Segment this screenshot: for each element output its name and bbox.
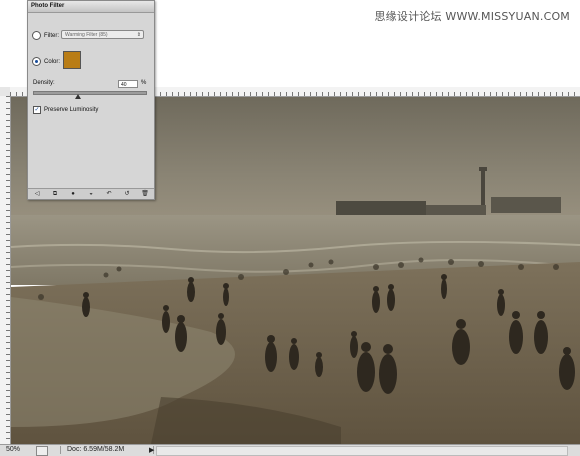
zoom-level[interactable]: 50% (6, 446, 20, 453)
reset-icon[interactable]: ↺ (123, 191, 132, 198)
status-menu-arrow[interactable]: ▶ (149, 446, 154, 454)
view-previous-icon[interactable]: ↶ (105, 191, 114, 198)
photo-filter-panel: Photo Filter Filter: Warming Filter (85)… (27, 0, 155, 200)
color-label: Color: (44, 58, 61, 65)
layer-mask-icon[interactable]: ◒ (87, 191, 96, 198)
density-slider-thumb[interactable] (74, 94, 81, 99)
density-slider[interactable] (33, 91, 147, 95)
preserve-luminosity-checkbox[interactable]: ✓ (33, 106, 41, 114)
status-bar: 50% Doc: 6.59M/58.2M ▶ (0, 444, 580, 456)
filter-radio[interactable] (32, 31, 41, 40)
site-watermark: 思缘设计论坛 WWW.MISSYUAN.COM (374, 10, 570, 23)
dropdown-arrows-icon: ⇕ (136, 32, 141, 38)
panel-toolbar: ◁ ⧉ ● ◒ ↶ ↺ 🗑 (28, 188, 154, 199)
filter-dropdown-value: Warming Filter (85) (65, 32, 108, 38)
density-unit: % (141, 80, 147, 86)
filter-label: Filter: (44, 32, 59, 39)
document-size: Doc: 6.59M/58.2M (60, 446, 154, 454)
panel-title[interactable]: Photo Filter (28, 1, 154, 13)
filter-option[interactable]: Filter: (32, 31, 59, 40)
preserve-luminosity-option[interactable]: ✓ Preserve Luminosity (33, 106, 98, 114)
preserve-luminosity-label: Preserve Luminosity (44, 107, 99, 113)
eye-toggle-icon[interactable]: ◁ (33, 191, 42, 198)
filter-dropdown[interactable]: Warming Filter (85) ⇕ (61, 30, 144, 39)
delete-icon[interactable]: 🗑 (141, 191, 150, 198)
visibility-icon[interactable]: ● (69, 191, 78, 198)
color-radio[interactable] (32, 57, 41, 66)
clip-to-layer-icon[interactable]: ⧉ (51, 191, 60, 198)
density-label: Density: (33, 80, 55, 86)
color-swatch[interactable] (63, 51, 81, 69)
density-input[interactable]: 40 (118, 80, 138, 88)
vertical-ruler[interactable] (0, 96, 11, 444)
color-option[interactable]: Color: (32, 57, 60, 66)
